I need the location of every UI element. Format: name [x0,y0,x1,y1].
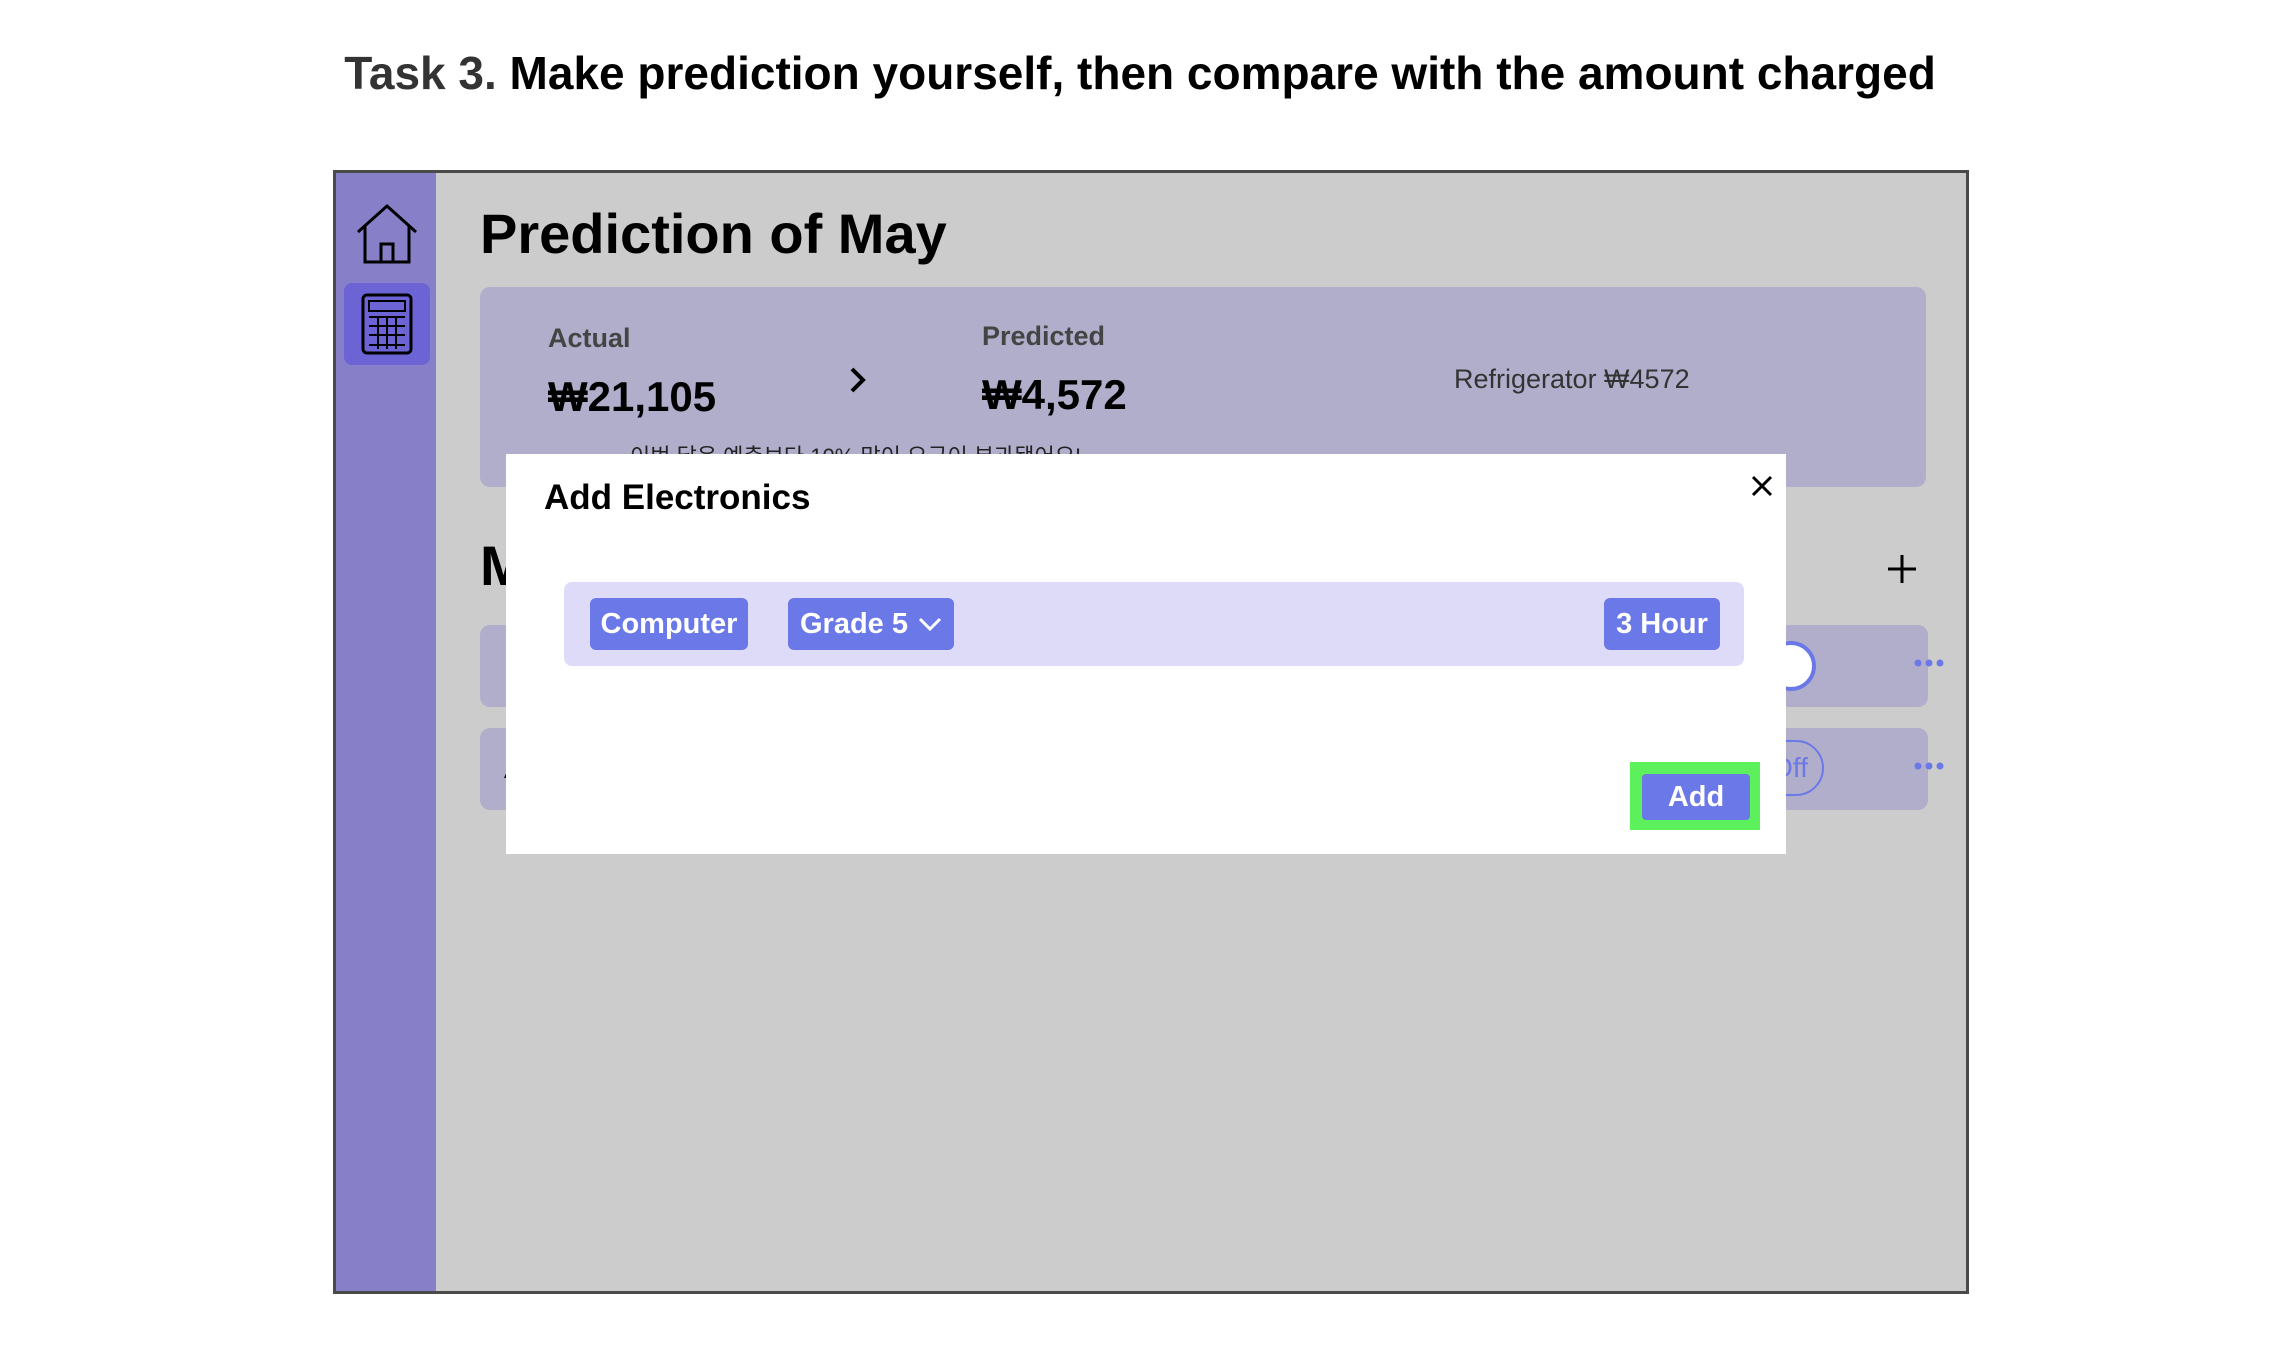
electronics-item-row: Computer Grade 5 3 Hour [564,582,1744,666]
hours-chip[interactable]: 3 Hour [1604,598,1720,650]
plus-icon[interactable] [1886,553,1918,585]
close-glyph [1751,475,1773,497]
task-instruction: Make prediction yourself, then compare w… [509,47,1936,99]
nav-calculator-button[interactable] [344,283,430,365]
grade-dropdown[interactable]: Grade 5 [788,598,954,650]
actual-label: Actual [548,323,631,353]
add-electronics-modal: Add Electronics Computer Grade 5 3 Hour … [506,454,1786,854]
modal-title: Add Electronics [544,478,811,517]
page-title: Prediction of May [480,202,947,265]
chevron-right-icon [850,367,866,393]
predicted-label: Predicted [982,321,1106,351]
nav-home-button[interactable] [344,193,430,275]
actual-value: ₩21,105 [548,373,717,420]
device-chip[interactable]: Computer [590,598,748,650]
more-icon[interactable] [1914,761,1944,771]
chevron-down-icon [918,617,942,631]
predicted-value: ₩4,572 [982,371,1127,418]
grade-value: Grade 5 [800,607,908,640]
sidebar [336,173,436,1291]
home-icon [356,204,418,264]
task-number: Task 3. [344,47,497,99]
task-title: Task 3. Make prediction yourself, then c… [0,46,2280,100]
breakdown-text: Refrigerator ₩4572 [1454,364,1690,394]
close-icon[interactable] [1742,466,1782,506]
add-button[interactable]: Add [1642,774,1750,820]
more-icon[interactable] [1914,658,1944,668]
calculator-icon [361,293,413,355]
